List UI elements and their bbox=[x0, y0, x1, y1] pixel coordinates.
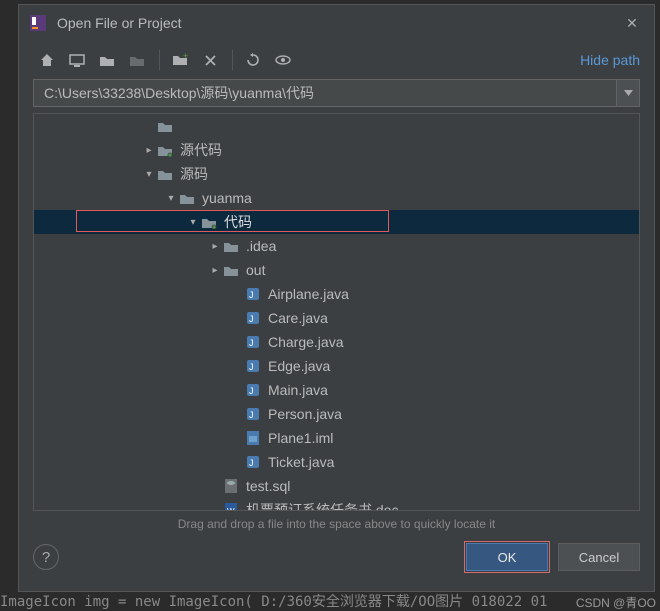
svg-text:+: + bbox=[183, 53, 188, 61]
folder-dot-icon bbox=[200, 213, 218, 231]
tree-item-label: Charge.java bbox=[268, 334, 344, 350]
desktop-icon[interactable] bbox=[63, 48, 91, 72]
tree-row[interactable]: ▾ yuanma bbox=[34, 186, 639, 210]
folder-icon bbox=[156, 117, 174, 135]
tree-row[interactable]: ▸ 源代码 bbox=[34, 138, 639, 162]
tree-row[interactable]: ▾ 代码 bbox=[34, 210, 639, 234]
tree-item-label: 源码 bbox=[180, 164, 208, 184]
svg-text:J: J bbox=[249, 290, 254, 300]
folder-icon bbox=[222, 237, 240, 255]
module-folder-icon bbox=[123, 48, 151, 72]
app-icon bbox=[29, 14, 47, 32]
java-icon: J bbox=[244, 285, 262, 303]
svg-text:J: J bbox=[249, 338, 254, 348]
watermark: CSDN @青OO bbox=[576, 594, 656, 611]
tree-item-label: Main.java bbox=[268, 382, 328, 398]
java-icon: J bbox=[244, 405, 262, 423]
tree-item-label: Plane1.iml bbox=[268, 430, 333, 446]
tree-item-label: Airplane.java bbox=[268, 286, 349, 302]
folder-icon bbox=[178, 189, 196, 207]
svg-text:J: J bbox=[249, 362, 254, 372]
tree-row[interactable]: J Charge.java bbox=[34, 330, 639, 354]
tree-item-label: out bbox=[246, 262, 265, 278]
toolbar: + Hide path bbox=[19, 41, 654, 79]
tree-row[interactable]: test.sql bbox=[34, 474, 639, 498]
toolbar-separator bbox=[159, 50, 160, 70]
help-button[interactable]: ? bbox=[33, 544, 59, 570]
tree-item-label: Care.java bbox=[268, 310, 328, 326]
tree-row[interactable]: J Edge.java bbox=[34, 354, 639, 378]
chevron-right-icon[interactable]: ▸ bbox=[208, 265, 222, 276]
java-icon: J bbox=[244, 381, 262, 399]
svg-text:J: J bbox=[249, 386, 254, 396]
refresh-icon[interactable] bbox=[239, 48, 267, 72]
folder-dot-icon bbox=[156, 141, 174, 159]
java-icon: J bbox=[244, 453, 262, 471]
tree-row[interactable]: ▸ out bbox=[34, 258, 639, 282]
tree-row[interactable]: J Person.java bbox=[34, 402, 639, 426]
sql-icon bbox=[222, 477, 240, 495]
svg-text:J: J bbox=[249, 458, 254, 468]
home-icon[interactable] bbox=[33, 48, 61, 72]
chevron-down-icon[interactable]: ▾ bbox=[164, 193, 178, 204]
tree-item-label: Edge.java bbox=[268, 358, 330, 374]
tree-row[interactable]: Plane1.iml bbox=[34, 426, 639, 450]
new-folder-icon[interactable]: + bbox=[166, 48, 194, 72]
path-dropdown-button[interactable] bbox=[616, 79, 640, 107]
doc-icon: W bbox=[222, 501, 240, 510]
drop-hint: Drag and drop a file into the space abov… bbox=[19, 511, 654, 533]
iml-icon bbox=[244, 429, 262, 447]
button-bar: ? OK Cancel bbox=[19, 533, 654, 585]
tree-item-label: test.sql bbox=[246, 478, 290, 494]
toolbar-separator bbox=[232, 50, 233, 70]
chevron-down-icon[interactable]: ▾ bbox=[186, 217, 200, 228]
tree-item-label: yuanma bbox=[202, 190, 252, 206]
tree-item-label: 代码 bbox=[224, 212, 252, 232]
folder-icon bbox=[222, 261, 240, 279]
cancel-button[interactable]: Cancel bbox=[558, 543, 640, 571]
folder-icon bbox=[156, 165, 174, 183]
background-code: ImageIcon img = new ImageIcon( D:/360安全浏… bbox=[0, 591, 547, 611]
file-tree[interactable]: ▸源代码▾源码▾yuanma▾代码▸.idea▸outJAirplane.jav… bbox=[34, 114, 639, 510]
java-icon: J bbox=[244, 357, 262, 375]
tree-row[interactable]: W 机票预订系统任务书.doc bbox=[34, 498, 639, 510]
chevron-right-icon[interactable]: ▸ bbox=[208, 241, 222, 252]
java-icon: J bbox=[244, 333, 262, 351]
titlebar: Open File or Project ✕ bbox=[19, 5, 654, 41]
close-icon[interactable]: ✕ bbox=[618, 15, 646, 32]
tree-row[interactable]: J Airplane.java bbox=[34, 282, 639, 306]
tree-row[interactable]: J Main.java bbox=[34, 378, 639, 402]
project-folder-icon[interactable] bbox=[93, 48, 121, 72]
java-icon: J bbox=[244, 309, 262, 327]
svg-text:W: W bbox=[227, 507, 235, 510]
tree-row[interactable]: ▸ .idea bbox=[34, 234, 639, 258]
path-input[interactable] bbox=[33, 79, 616, 107]
svg-text:J: J bbox=[249, 314, 254, 324]
tree-item-label: 源代码 bbox=[180, 140, 222, 160]
chevron-down-icon[interactable]: ▾ bbox=[142, 169, 156, 180]
tree-row[interactable]: J Ticket.java bbox=[34, 450, 639, 474]
tree-item-label: .idea bbox=[246, 238, 276, 254]
tree-row[interactable] bbox=[34, 114, 639, 138]
tree-row[interactable]: ▾ 源码 bbox=[34, 162, 639, 186]
svg-text:J: J bbox=[249, 410, 254, 420]
delete-icon[interactable] bbox=[196, 48, 224, 72]
chevron-right-icon[interactable]: ▸ bbox=[142, 145, 156, 156]
hide-path-link[interactable]: Hide path bbox=[580, 52, 640, 68]
tree-item-label: Person.java bbox=[268, 406, 342, 422]
ok-button[interactable]: OK bbox=[466, 543, 548, 571]
open-file-dialog: Open File or Project ✕ + Hide path ▸源代码▾… bbox=[18, 4, 655, 592]
file-tree-panel: ▸源代码▾源码▾yuanma▾代码▸.idea▸outJAirplane.jav… bbox=[33, 113, 640, 511]
tree-item-label: 机票预订系统任务书.doc bbox=[246, 500, 398, 510]
show-hidden-icon[interactable] bbox=[269, 48, 297, 72]
tree-row[interactable]: J Care.java bbox=[34, 306, 639, 330]
path-bar bbox=[33, 79, 640, 107]
dialog-title: Open File or Project bbox=[57, 15, 618, 31]
tree-item-label: Ticket.java bbox=[268, 454, 334, 470]
